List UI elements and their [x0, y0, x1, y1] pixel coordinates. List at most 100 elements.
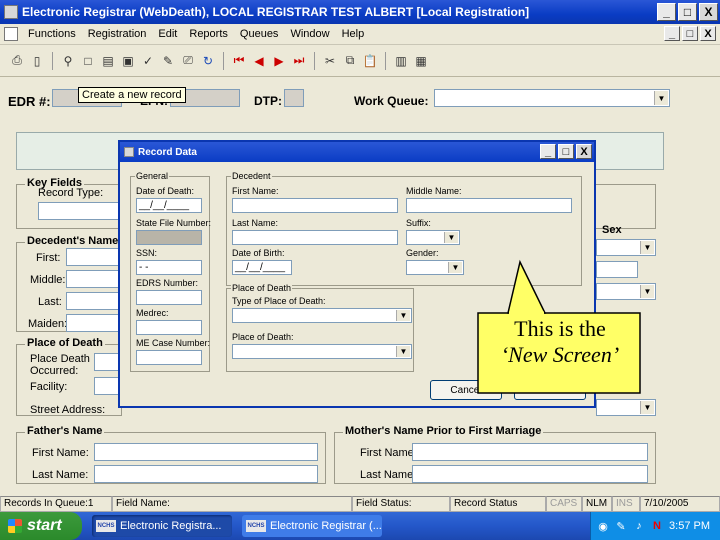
ssn-field[interactable]: - -: [136, 260, 202, 275]
dtp-label: DTP:: [254, 94, 282, 108]
dialog-minimize-button[interactable]: _: [540, 144, 556, 159]
sex-label: Sex: [602, 224, 622, 236]
middle-name-field[interactable]: [66, 270, 122, 288]
dialog-first-name-field[interactable]: [232, 198, 398, 213]
records-in-queue: Records In Queue:1: [0, 496, 112, 512]
gender-select[interactable]: ▼: [406, 260, 464, 275]
spell-check-icon[interactable]: ▦: [412, 52, 430, 70]
print-icon[interactable]: ⎙: [8, 52, 26, 70]
menu-registration[interactable]: Registration: [82, 28, 153, 40]
cut-icon[interactable]: ✂: [321, 52, 339, 70]
mdi-close-button[interactable]: X: [700, 26, 716, 41]
menu-edit[interactable]: Edit: [152, 28, 183, 40]
date-of-birth-field[interactable]: __/__/____: [232, 260, 292, 275]
place-of-death-select[interactable]: ▼: [232, 344, 412, 359]
dialog-middle-name-field[interactable]: [406, 198, 572, 213]
sex-select[interactable]: ▼: [596, 239, 656, 256]
me-case-number-field[interactable]: [136, 350, 202, 365]
mother-first-field[interactable]: [412, 443, 648, 461]
dtp-field[interactable]: [284, 89, 304, 107]
menu-functions[interactable]: Functions: [22, 28, 82, 40]
document-icon[interactable]: [4, 27, 18, 41]
paste-icon[interactable]: 📋: [361, 52, 379, 70]
close-button[interactable]: X: [699, 3, 718, 21]
clock: 3:57 PM: [669, 520, 710, 532]
ok-button[interactable]: OK: [514, 380, 586, 400]
state-file-number-label: State File Number:: [136, 218, 212, 228]
system-tray: ◉ ✎ ♪ N 3:57 PM: [590, 512, 720, 540]
start-button[interactable]: start: [0, 512, 82, 540]
first-record-icon[interactable]: ⏮: [230, 52, 248, 70]
exit-icon[interactable]: ▯: [28, 52, 46, 70]
n-icon[interactable]: N: [651, 520, 663, 532]
edit-icon[interactable]: ✎: [159, 52, 177, 70]
dialog-last-name-field[interactable]: [232, 230, 398, 245]
toolbar-separator: [314, 51, 315, 70]
father-last-field[interactable]: [94, 465, 318, 483]
last-name-field[interactable]: [66, 292, 122, 310]
minimize-button[interactable]: _: [657, 3, 676, 21]
edrs-number-field[interactable]: [136, 290, 202, 305]
chevron-down-icon: ▼: [654, 91, 668, 105]
open-icon[interactable]: ▤: [99, 52, 117, 70]
menu-queues[interactable]: Queues: [234, 28, 285, 40]
dialog-close-button[interactable]: X: [576, 144, 592, 159]
state-file-number-field[interactable]: [136, 230, 202, 245]
pen-icon[interactable]: ✎: [615, 520, 627, 533]
suffix-select[interactable]: ▼: [406, 230, 460, 245]
menu-reports[interactable]: Reports: [183, 28, 234, 40]
date-of-death-field[interactable]: __/__/____: [136, 198, 202, 213]
last-record-icon[interactable]: ⏭: [290, 52, 308, 70]
taskbar-item-label: Electronic Registrar (...: [270, 520, 382, 532]
type-of-place-select[interactable]: ▼: [232, 308, 412, 323]
taskbar-item[interactable]: NCHS Electronic Registrar (...: [242, 515, 382, 537]
print-record-icon[interactable]: ⎚: [179, 52, 197, 70]
refresh-icon[interactable]: ↻: [199, 52, 217, 70]
window-controls: _ □ X: [657, 3, 718, 21]
first-name-field[interactable]: [66, 248, 122, 266]
county-select[interactable]: ▼: [596, 399, 656, 416]
copy-icon[interactable]: ⧉: [341, 52, 359, 70]
book-icon[interactable]: ▥: [392, 52, 410, 70]
network-icon[interactable]: ◉: [597, 520, 609, 533]
dialog-maximize-button[interactable]: □: [558, 144, 574, 159]
mdi-minimize-button[interactable]: _: [664, 26, 680, 41]
next-record-icon[interactable]: ▶: [270, 52, 288, 70]
speaker-icon[interactable]: ♪: [633, 520, 645, 532]
maiden-label: Maiden:: [28, 318, 68, 330]
caps-indicator: CAPS: [546, 496, 582, 512]
medrec-field[interactable]: [136, 320, 202, 335]
status-date: 7/10/2005: [640, 496, 720, 512]
windows-logo-icon: [8, 519, 22, 533]
mother-last-field[interactable]: [412, 465, 648, 483]
new-record-icon[interactable]: □: [79, 52, 97, 70]
find-icon[interactable]: ⚲: [59, 52, 77, 70]
race-select[interactable]: ▼: [596, 283, 656, 300]
callout-line-1: This is the: [514, 316, 606, 341]
taskbar-item-label: Electronic Registra...: [120, 520, 222, 532]
ssn-label: SSN:: [136, 248, 158, 258]
toolbar: ⎙ ▯ ⚲ □ ▤ ▣ ✓ ✎ ⎚ ↻ ⏮ ◀ ▶ ⏭ ✂ ⧉ 📋 ▥ ▦: [0, 45, 720, 77]
mother-first-label: First Name:: [360, 447, 417, 459]
validate-icon[interactable]: ✓: [139, 52, 157, 70]
menu-help[interactable]: Help: [336, 28, 371, 40]
taskbar-item[interactable]: NCHS Electronic Registra...: [92, 515, 232, 537]
menu-window[interactable]: Window: [284, 28, 335, 40]
dialog-title-bar: Record Data _ □ X: [120, 142, 594, 162]
last-name-label: Last Name:: [232, 218, 279, 228]
maximize-button[interactable]: □: [678, 3, 697, 21]
date-of-birth-label: Date of Birth:: [232, 248, 285, 258]
age-field[interactable]: [596, 261, 638, 278]
father-first-label: First Name:: [32, 447, 89, 459]
group-title: Father's Name: [25, 425, 105, 437]
record-type-field[interactable]: [38, 202, 122, 220]
cancel-button[interactable]: Cancel: [430, 380, 502, 400]
maiden-name-field[interactable]: [66, 314, 122, 332]
father-first-field[interactable]: [94, 443, 318, 461]
dialog-title: Record Data: [138, 146, 197, 158]
work-queue-select[interactable]: ▼: [434, 89, 670, 107]
start-label: start: [27, 517, 62, 534]
mdi-restore-button[interactable]: □: [682, 26, 698, 41]
save-icon[interactable]: ▣: [119, 52, 137, 70]
previous-record-icon[interactable]: ◀: [250, 52, 268, 70]
